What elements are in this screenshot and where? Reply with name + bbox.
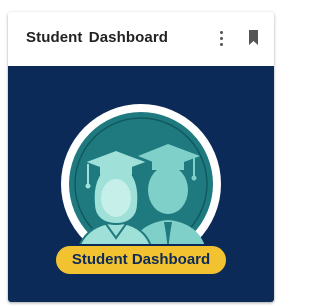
card-title: Student Dashboard [26, 29, 169, 46]
more-vertical-icon[interactable] [216, 30, 226, 46]
card-image[interactable]: Student Dashboard [8, 66, 274, 302]
card-header: Student Dashboard [8, 12, 274, 66]
student-dashboard-card[interactable]: Student Dashboard Student Dashboard [8, 12, 274, 302]
bookmark-icon[interactable] [248, 30, 259, 45]
student-dashboard-badge: Student Dashboard [54, 244, 228, 276]
